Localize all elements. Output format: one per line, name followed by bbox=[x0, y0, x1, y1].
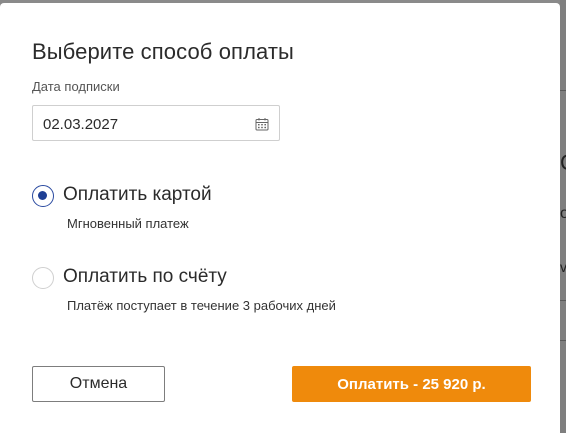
dialog-title: Выберите способ оплаты bbox=[32, 39, 294, 64]
payment-option-invoice-label[interactable]: Оплатить по счёту bbox=[63, 266, 227, 288]
calendar-icon[interactable] bbox=[255, 117, 269, 131]
background-glyph: v bbox=[560, 259, 566, 275]
pay-button[interactable]: Оплатить - 25 920 р. bbox=[292, 366, 531, 402]
background-divider bbox=[560, 90, 566, 91]
radio-card-selected[interactable] bbox=[32, 185, 54, 207]
payment-option-card-description: Мгновенный платеж bbox=[67, 216, 189, 231]
subscription-date-label: Дата подписки bbox=[32, 79, 120, 94]
cancel-button[interactable]: Отмена bbox=[32, 366, 165, 402]
payment-option-card-label[interactable]: Оплатить картой bbox=[63, 184, 212, 206]
subscription-date-value[interactable]: 02.03.2027 bbox=[43, 116, 118, 133]
radio-invoice[interactable] bbox=[32, 267, 54, 289]
background-glyph: о bbox=[560, 205, 566, 222]
payment-option-invoice-description: Платёж поступает в течение 3 рабочих дне… bbox=[67, 298, 336, 313]
background-glyph: С bbox=[560, 152, 566, 174]
background-divider bbox=[560, 300, 566, 301]
payment-method-dialog: Выберите способ оплаты Дата подписки 02.… bbox=[0, 3, 560, 433]
background-divider bbox=[560, 340, 566, 341]
subscription-date-input[interactable]: 02.03.2027 bbox=[32, 105, 280, 141]
